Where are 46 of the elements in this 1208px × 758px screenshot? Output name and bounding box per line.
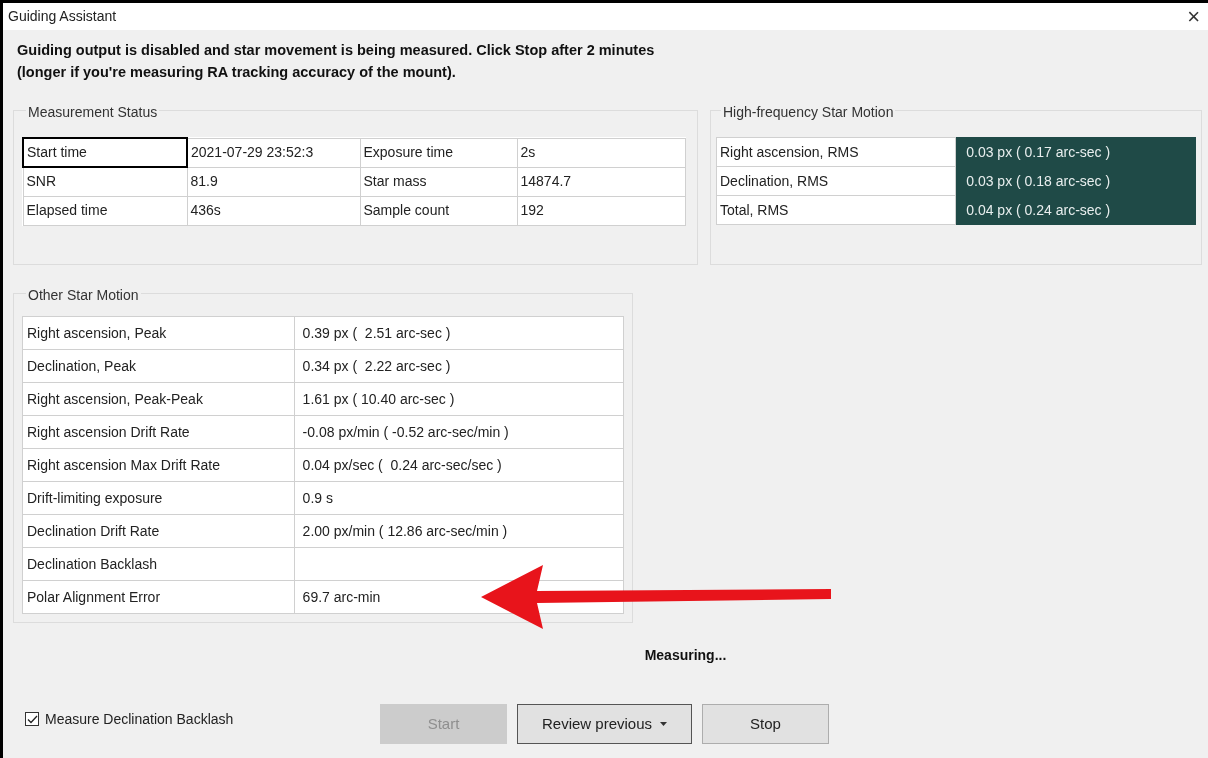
table-cell: 81.9: [187, 167, 360, 196]
dropdown-button[interactable]: Review previous: [517, 704, 692, 744]
table-cell: -0.08 px/min ( -0.52 arc-sec/min ): [294, 415, 624, 449]
table-cell: SNR: [23, 167, 187, 196]
table-cell: Elapsed time: [23, 196, 187, 225]
table-cell: Exposure time: [360, 138, 517, 167]
instruction-text: (longer if you're measuring RA tracking accuracy of the mount).: [17, 63, 457, 82]
close-button[interactable]: ×: [1187, 5, 1200, 28]
table-cell: 1.61 px ( 10.40 arc-sec ): [294, 382, 624, 416]
table-cell: Declination Backlash: [22, 547, 295, 581]
table-cell: 0.04 px/sec ( 0.24 arc-sec/sec ): [294, 448, 624, 482]
instruction-text: Guiding output is disabled and star movement is being measured. Click Stop after 2 minutes: [17, 41, 656, 60]
table-cell: Right ascension Max Drift Rate: [22, 448, 295, 482]
table-cell: 0.39 px ( 2.51 arc-sec ): [294, 316, 624, 350]
action-button[interactable]: Stop: [702, 704, 829, 744]
table-cell: 2.00 px/min ( 12.86 arc-sec/min ): [294, 514, 624, 548]
table-cell: Declination, RMS: [716, 166, 956, 196]
table-cell: Drift-limiting exposure: [22, 481, 295, 515]
checkbox[interactable]: [25, 712, 39, 726]
table-cell: Right ascension, Peak: [22, 316, 295, 350]
backlash-checkbox[interactable]: Measure Declination Backlash: [25, 708, 380, 730]
table-cell: 192: [517, 196, 685, 225]
table-cell: 2021-07-29 23:52:3: [187, 138, 360, 167]
table-cell: Star mass: [360, 167, 517, 196]
table-cell: 0.04 px ( 0.24 arc-sec ): [955, 195, 1196, 225]
table-cell: Right ascension Drift Rate: [22, 415, 295, 449]
table-cell: Sample count: [360, 196, 517, 225]
status-text: Measuring...: [644, 646, 727, 665]
checkbox-label: Measure Declination Backlash: [45, 709, 234, 729]
table-cell: Total, RMS: [716, 195, 956, 225]
table-cell: Right ascension, RMS: [716, 137, 956, 167]
window-title: Guiding Assistant: [8, 7, 117, 26]
table-cell: Polar Alignment Error: [22, 580, 295, 614]
table-cell: Start time: [23, 138, 187, 167]
table-cell: Declination Drift Rate: [22, 514, 295, 548]
table-cell: 0.03 px ( 0.17 arc-sec ): [955, 137, 1196, 167]
table-cell: 436s: [187, 196, 360, 225]
table-cell: 2s: [517, 138, 685, 167]
check-icon: [26, 714, 38, 724]
table-cell: 0.34 px ( 2.22 arc-sec ): [294, 349, 624, 383]
caret-icon: [660, 722, 667, 726]
table-cell: Declination, Peak: [22, 349, 295, 383]
table-cell: Right ascension, Peak-Peak: [22, 382, 295, 416]
table-cell: 0.9 s: [294, 481, 624, 515]
table-cell: 14874.7: [517, 167, 685, 196]
table-cell: 0.03 px ( 0.18 arc-sec ): [955, 166, 1196, 196]
